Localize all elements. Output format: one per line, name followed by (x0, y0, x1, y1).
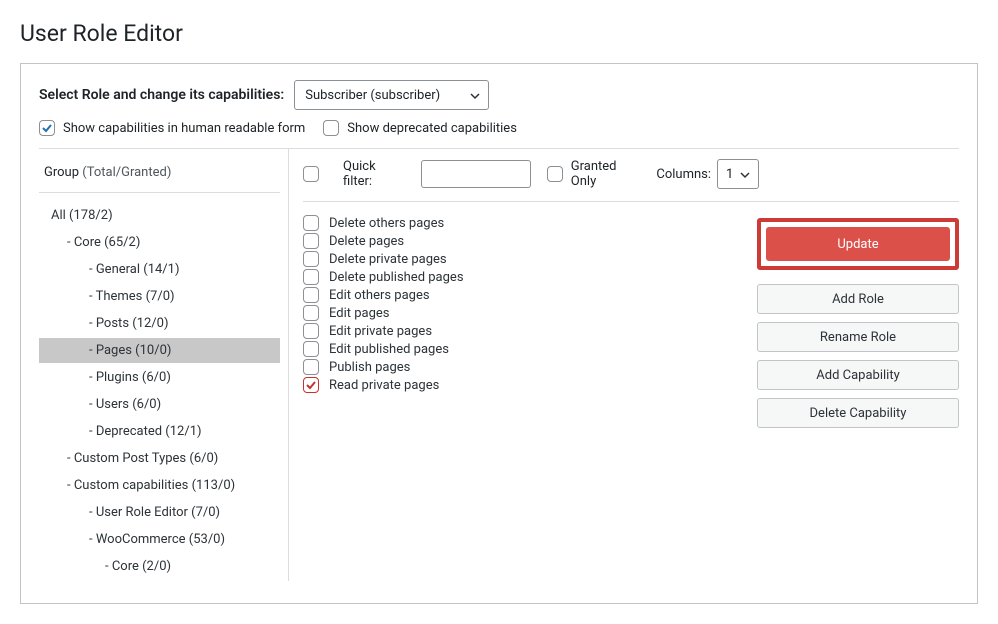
capability-item[interactable]: Read private pages (303, 376, 757, 394)
group-item[interactable]: - WooCommerce (53/0) (39, 527, 280, 552)
group-item[interactable]: - Custom Post Types (6/0) (39, 446, 280, 471)
update-button[interactable]: Update (766, 227, 950, 261)
checkbox-icon (303, 287, 319, 303)
capability-item[interactable]: Edit others pages (303, 286, 757, 304)
group-item[interactable]: - Core (2/0) (39, 554, 280, 579)
capability-item[interactable]: Edit private pages (303, 322, 757, 340)
role-select[interactable]: Subscriber (subscriber) (294, 80, 489, 110)
checkbox-icon (303, 251, 319, 267)
group-item-label: - User Role Editor (7/0) (89, 505, 220, 520)
chevron-down-icon (470, 90, 480, 100)
add-capability-button[interactable]: Add Capability (757, 360, 959, 390)
group-item-label: - Pages (10/0) (89, 343, 171, 358)
columns-label: Columns: (656, 167, 711, 182)
checkbox-icon (303, 377, 319, 393)
group-item-label: All (178/2) (51, 208, 113, 223)
group-item-label: - WooCommerce (53/0) (89, 532, 225, 547)
capability-item[interactable]: Delete pages (303, 232, 757, 250)
group-item-label: - Core (2/0) (105, 559, 171, 574)
checkbox-icon (303, 359, 319, 375)
checkbox-icon (303, 233, 319, 249)
group-heading: Group (Total/Granted) (39, 161, 280, 193)
capability-label: Edit private pages (329, 324, 432, 339)
deprecated-label: Show deprecated capabilities (347, 121, 517, 136)
group-item-label: - Custom capabilities (113/0) (67, 478, 235, 493)
capability-item[interactable]: Edit published pages (303, 340, 757, 358)
checkbox-icon (547, 166, 563, 182)
capability-label: Publish pages (329, 360, 410, 375)
capability-item[interactable]: Delete published pages (303, 268, 757, 286)
group-item[interactable]: - User Role Editor (7/0) (39, 500, 280, 525)
group-tree: All (178/2) - Core (65/2) - General (14/1)… (39, 203, 280, 579)
rename-role-button[interactable]: Rename Role (757, 322, 959, 352)
group-item-label: - Users (6/0) (89, 397, 161, 412)
actions-column: Update Add Role Rename Role Add Capabili… (757, 212, 959, 428)
capability-item[interactable]: Edit pages (303, 304, 757, 322)
capability-label: Edit published pages (329, 342, 449, 357)
checkbox-icon (39, 120, 55, 136)
checkbox-icon (323, 120, 339, 136)
capability-label: Delete published pages (329, 270, 464, 285)
human-readable-label: Show capabilities in human readable form (63, 121, 305, 136)
chevron-down-icon (740, 169, 750, 179)
group-item-label: - Themes (7/0) (89, 289, 175, 304)
capability-item[interactable]: Delete others pages (303, 214, 757, 232)
capabilities-list: Delete others pages Delete pages Delete pr… (303, 212, 757, 394)
group-sidebar: Group (Total/Granted) All (178/2) - Core … (39, 149, 289, 581)
deprecated-option[interactable]: Show deprecated capabilities (323, 120, 517, 136)
group-item-label: - Plugins (6/0) (89, 370, 171, 385)
group-item[interactable]: - Posts (12/0) (39, 311, 280, 336)
capability-label: Edit others pages (329, 288, 430, 303)
update-highlight: Update (757, 218, 959, 270)
editor-panel: Select Role and change its capabilities:… (20, 63, 978, 604)
group-item[interactable]: - Deprecated (12/1) (39, 419, 280, 444)
role-select-value: Subscriber (subscriber) (305, 88, 440, 103)
capability-item[interactable]: Publish pages (303, 358, 757, 376)
group-item-label: - Posts (12/0) (89, 316, 169, 331)
group-item[interactable]: All (178/2) (39, 203, 280, 228)
human-readable-option[interactable]: Show capabilities in human readable form (39, 120, 305, 136)
group-item[interactable]: - Core (65/2) (39, 230, 280, 255)
group-item[interactable]: - Pages (10/0) (39, 338, 280, 363)
group-item[interactable]: - General (14/1) (39, 257, 280, 282)
capability-label: Delete private pages (329, 252, 447, 267)
checkbox-icon (303, 323, 319, 339)
group-item-label: - Core (65/2) (67, 235, 140, 250)
capability-label: Edit pages (329, 306, 390, 321)
columns-value: 1 (726, 167, 733, 182)
checkbox-icon (303, 341, 319, 357)
capability-item[interactable]: Delete private pages (303, 250, 757, 268)
capability-label: Read private pages (329, 378, 439, 393)
quick-filter-input[interactable] (421, 160, 531, 188)
capability-label: Delete pages (329, 234, 404, 249)
checkbox-icon (303, 305, 319, 321)
group-item[interactable]: - Themes (7/0) (39, 284, 280, 309)
checkbox-icon (303, 269, 319, 285)
granted-only-option[interactable]: Granted Only (547, 159, 641, 189)
group-item[interactable]: - Plugins (6/0) (39, 365, 280, 390)
delete-capability-button[interactable]: Delete Capability (757, 398, 959, 428)
group-item-label: - Custom Post Types (6/0) (67, 451, 218, 466)
granted-only-label: Granted Only (571, 159, 641, 189)
capability-label: Delete others pages (329, 216, 444, 231)
group-item-label: - General (14/1) (89, 262, 180, 277)
group-item[interactable]: - Users (6/0) (39, 392, 280, 417)
add-role-button[interactable]: Add Role (757, 284, 959, 314)
select-role-label: Select Role and change its capabilities: (39, 87, 284, 103)
quick-filter-label: Quick filter: (343, 159, 405, 189)
group-item-label: - Deprecated (12/1) (89, 424, 202, 439)
group-item[interactable]: - Custom capabilities (113/0) (39, 473, 280, 498)
columns-select[interactable]: 1 (717, 159, 759, 189)
checkbox-icon (303, 215, 319, 231)
select-all-checkbox[interactable] (303, 166, 319, 182)
page-title: User Role Editor (20, 20, 978, 47)
